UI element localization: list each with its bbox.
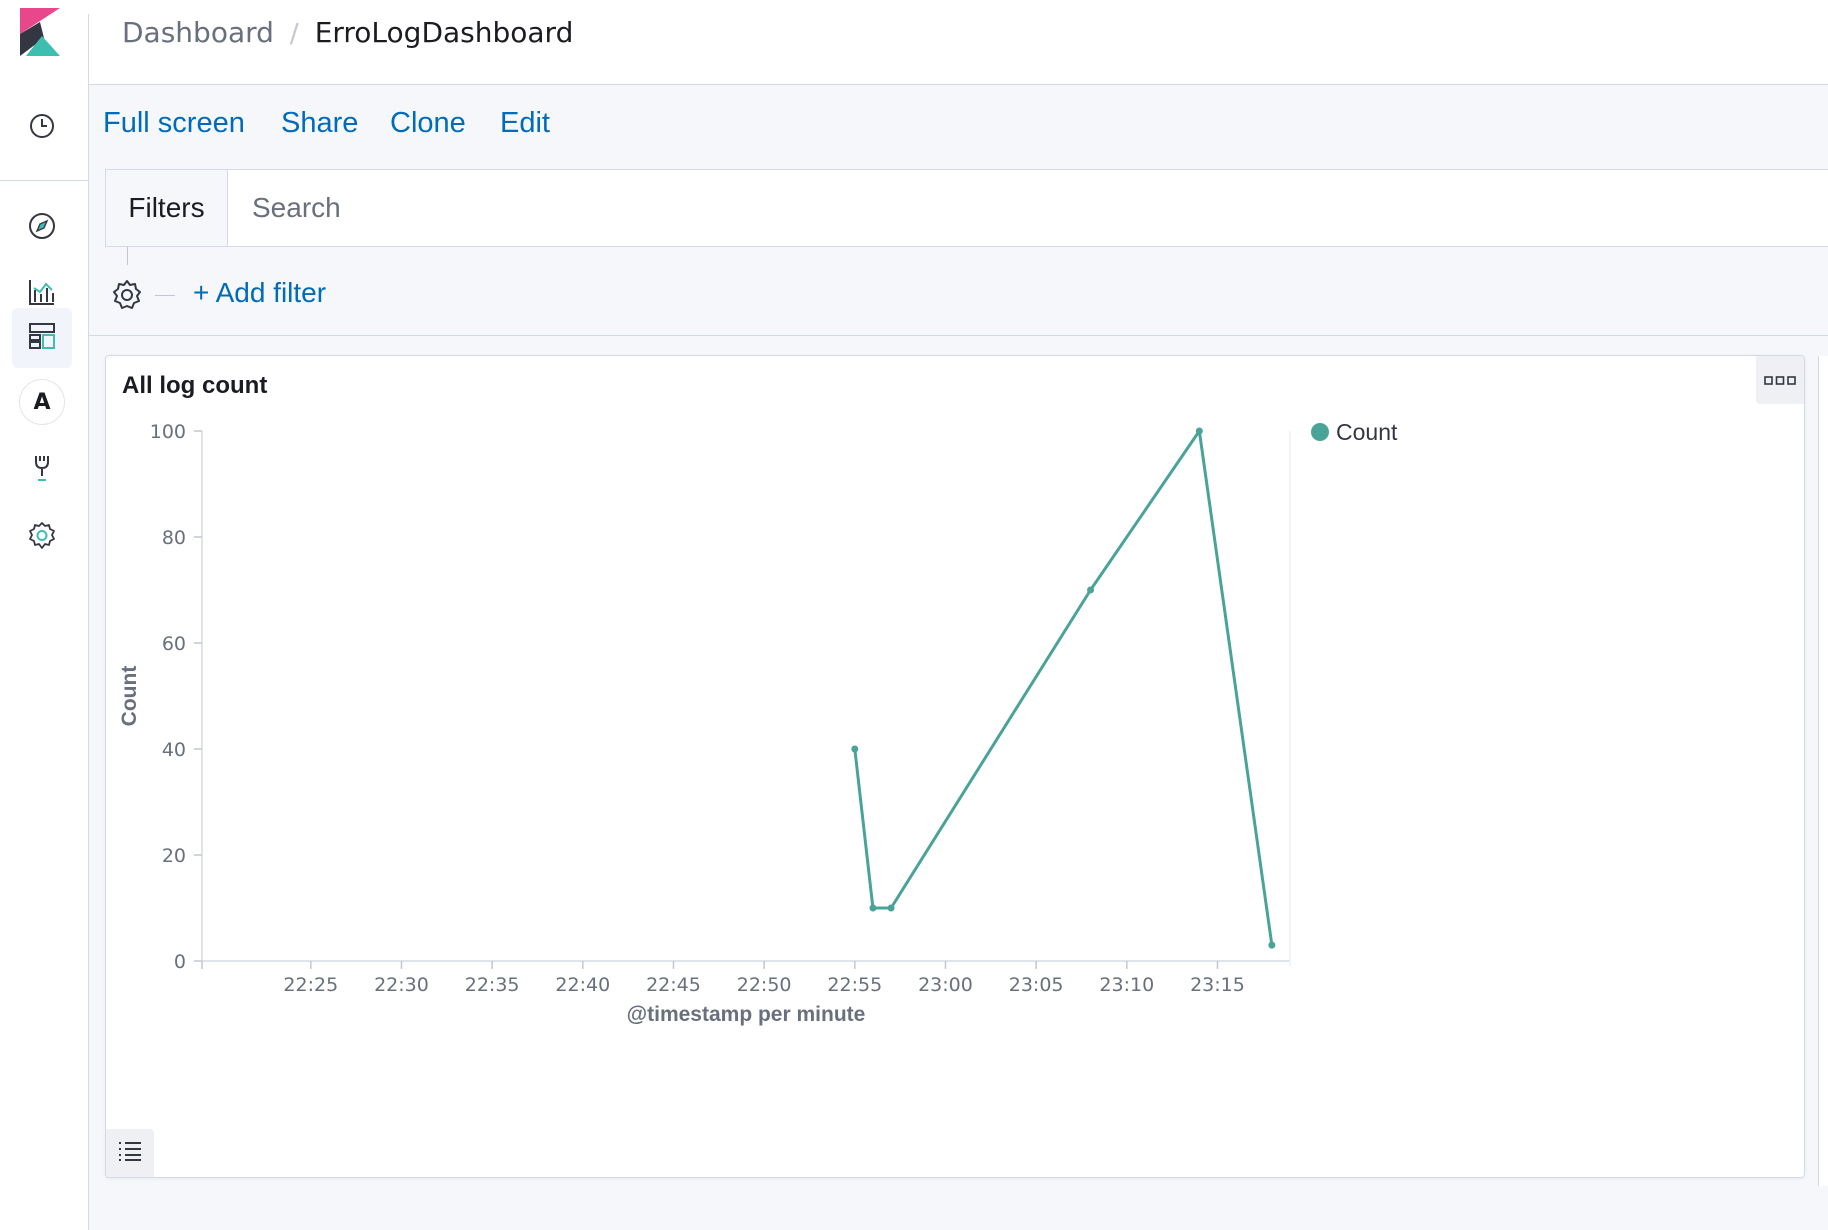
compass-icon xyxy=(26,210,58,246)
search-input[interactable] xyxy=(228,170,1808,246)
breadcrumb-separator: / xyxy=(289,19,299,49)
x-tick-label: 22:40 xyxy=(555,974,610,996)
x-tick-label: 23:05 xyxy=(1009,974,1064,996)
data-point xyxy=(1087,586,1095,594)
legend-toggle-button[interactable] xyxy=(106,1129,154,1177)
add-filter-button[interactable]: + Add filter xyxy=(193,273,326,313)
filters-label[interactable]: Filters xyxy=(106,170,228,246)
dashboard-top-nav: Full screen Share Clone Edit xyxy=(89,85,1828,169)
adjacent-panel-edge xyxy=(1818,356,1828,1186)
visualization-panel: All log count 0 20 40 60 80 100 22:25 22:30 22:3… xyxy=(105,355,1805,1178)
share-link[interactable]: Share xyxy=(281,103,358,143)
gear-icon xyxy=(26,520,58,556)
y-tick-label: 60 xyxy=(162,633,186,655)
legend-marker xyxy=(1311,423,1329,441)
header-divider xyxy=(88,14,89,84)
clone-link[interactable]: Clone xyxy=(390,103,466,143)
data-point xyxy=(869,904,877,912)
y-tick-label: 80 xyxy=(162,527,186,549)
x-tick-label: 22:35 xyxy=(465,974,520,996)
x-axis-title: @timestamp per minute xyxy=(627,1003,866,1026)
edit-link[interactable]: Edit xyxy=(500,103,550,143)
clock-icon xyxy=(26,110,58,146)
y-tick-label: 0 xyxy=(174,951,186,973)
list-icon xyxy=(117,1140,143,1166)
query-bar: Filters xyxy=(105,169,1828,247)
x-tick-label: 22:25 xyxy=(283,974,338,996)
letter-a-icon: A xyxy=(19,379,65,425)
visualize-icon xyxy=(26,276,58,312)
y-tick-label: 100 xyxy=(150,421,186,443)
y-axis-title: Count xyxy=(118,666,141,727)
x-tick-label: 22:50 xyxy=(737,974,792,996)
data-point xyxy=(1268,941,1276,949)
breadcrumb-dashboard[interactable]: Dashboard xyxy=(122,16,274,49)
kibana-logo-icon[interactable] xyxy=(20,8,60,56)
x-tick-label: 22:55 xyxy=(827,974,882,996)
legend-item-count: Count xyxy=(1336,419,1398,445)
nav-recently-viewed[interactable] xyxy=(12,98,72,158)
data-point xyxy=(1195,427,1203,435)
y-tick-label: 40 xyxy=(162,739,186,761)
app-header: Dashboard / ErroLogDashboard xyxy=(0,0,1828,85)
filter-bar: + Add filter xyxy=(89,247,1828,329)
side-navigation: A xyxy=(0,84,89,1230)
dev-tools-icon xyxy=(26,452,58,488)
x-tick-label: 23:00 xyxy=(918,974,973,996)
filter-connector xyxy=(127,247,128,265)
filter-options-gear-icon[interactable] xyxy=(109,277,145,313)
nav-divider xyxy=(0,180,88,181)
x-tick-label: 22:45 xyxy=(646,974,701,996)
filter-divider xyxy=(155,295,175,296)
x-tick-label: 22:30 xyxy=(374,974,429,996)
breadcrumb-current: ErroLogDashboard xyxy=(314,16,574,49)
dashboard-icon xyxy=(26,320,58,356)
breadcrumb: Dashboard / ErroLogDashboard xyxy=(122,14,573,53)
series-line-count xyxy=(853,429,1274,946)
data-point xyxy=(887,904,895,912)
nav-dashboard[interactable] xyxy=(12,308,72,368)
full-screen-link[interactable]: Full screen xyxy=(103,103,245,143)
x-tick-label: 23:10 xyxy=(1099,974,1154,996)
nav-space[interactable]: A xyxy=(12,372,72,432)
nav-discover[interactable] xyxy=(12,198,72,258)
data-point xyxy=(851,745,859,753)
main-content: Full screen Share Clone Edit Filters + A… xyxy=(89,85,1828,1230)
line-chart: 0 20 40 60 80 100 22:25 22:30 22:35 22:40 22:45 22:… xyxy=(118,419,1398,1026)
y-tick-label: 20 xyxy=(162,845,186,867)
filter-bar-divider xyxy=(89,335,1828,336)
x-tick-label: 23:15 xyxy=(1190,974,1245,996)
nav-dev-tools[interactable] xyxy=(12,440,72,500)
nav-management[interactable] xyxy=(12,508,72,568)
